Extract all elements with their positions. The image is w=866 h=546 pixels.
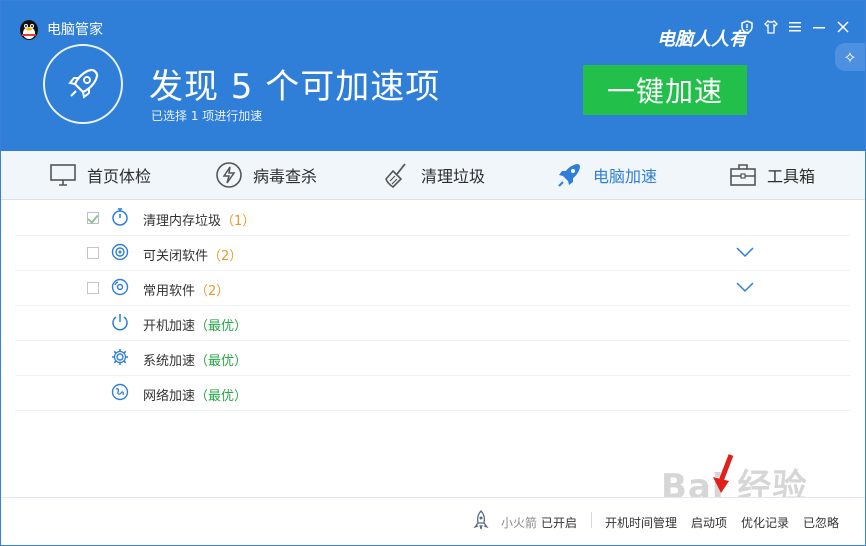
tab-clean-junk[interactable]: 清理垃圾 — [383, 151, 485, 199]
monitor-icon — [49, 161, 77, 189]
item-count: （1） — [221, 214, 256, 229]
item-count: （2） — [195, 284, 230, 299]
item-label: 常用软件 — [143, 284, 196, 299]
startup-items-link[interactable]: 启动项 — [691, 514, 727, 531]
skin-shirt-icon[interactable] — [763, 19, 779, 35]
list-item-system-speedup: 系统加速（最优） — [15, 340, 851, 376]
tab-virus-scan[interactable]: 病毒查杀 — [215, 151, 317, 199]
tab-home-checkup[interactable]: 首页体检 — [49, 151, 151, 199]
rocket-icon — [555, 161, 583, 189]
boot-time-link[interactable]: 开机时间管理 — [605, 514, 677, 531]
list-item-boot-speedup: 开机加速（最优） — [15, 305, 851, 341]
tab-pc-speedup[interactable]: 电脑加速 — [555, 151, 657, 199]
list-item-common-software[interactable]: 常用软件（2） — [15, 270, 851, 306]
rocket-label: 小火箭 — [501, 516, 538, 530]
brand-watermark: 电脑人人有 — [657, 29, 747, 50]
main-nav: 首页体检 病毒查杀 清理垃圾 电脑加速 工具箱 — [1, 151, 865, 200]
menu-icon[interactable] — [787, 19, 803, 35]
toolbox-icon — [729, 161, 757, 189]
item-status: （最优） — [195, 354, 248, 369]
list-item-network-speedup: 网络加速（最优） — [15, 375, 851, 411]
selection-summary: 已选择 1 项进行加速 — [151, 109, 263, 123]
checkbox[interactable] — [87, 212, 99, 224]
one-click-speedup-button[interactable]: 一键加速 — [583, 65, 747, 115]
tab-label: 电脑加速 — [593, 167, 658, 186]
close-icon[interactable] — [835, 19, 851, 35]
tab-label: 首页体检 — [87, 167, 152, 186]
rocket-status[interactable]: 已开启 — [541, 514, 577, 531]
app-title: 电脑管家 — [47, 22, 103, 38]
chevron-down-icon[interactable] — [735, 245, 755, 259]
shield-icon[interactable] — [739, 19, 755, 35]
power-icon — [111, 313, 129, 331]
footer-divider — [591, 512, 592, 528]
rocket-badge — [43, 44, 123, 124]
item-label: 网络加速 — [143, 389, 196, 404]
item-label: 可关闭软件 — [143, 249, 209, 264]
item-label: 开机加速 — [143, 319, 196, 334]
gear-icon — [111, 348, 129, 366]
qq-penguin-icon — [20, 20, 38, 40]
optimization-log-link[interactable]: 优化记录 — [741, 514, 789, 531]
tab-label: 工具箱 — [767, 167, 816, 186]
lightning-shield-icon — [215, 161, 243, 189]
disc-icon — [111, 278, 129, 296]
list-item-closable-software[interactable]: 可关闭软件（2） — [15, 235, 851, 271]
sparkle-icon: ✧ — [843, 47, 857, 67]
tab-label: 病毒查杀 — [253, 167, 318, 186]
minimize-icon[interactable] — [811, 19, 827, 35]
window-controls — [739, 19, 851, 35]
network-icon — [111, 383, 129, 401]
tab-label: 清理垃圾 — [421, 167, 486, 186]
target-icon — [111, 243, 129, 261]
tab-toolbox[interactable]: 工具箱 — [729, 151, 815, 199]
list-item-memory-cleanup[interactable]: 清理内存垃圾（1） — [15, 200, 851, 236]
item-label: 系统加速 — [143, 354, 196, 369]
item-count: （2） — [208, 249, 243, 264]
item-label: 清理内存垃圾 — [143, 214, 222, 229]
chevron-down-icon[interactable] — [735, 280, 755, 294]
sparkle-side-tab[interactable]: ✧ — [835, 43, 865, 71]
rocket-icon — [68, 68, 99, 99]
checkbox[interactable] — [87, 247, 99, 259]
item-status: （最优） — [195, 319, 248, 334]
main-window: 电脑管家 电脑人人有 ✧ 发现 5 个可加速项 已选择 1 项进行加速 一键加速… — [0, 0, 866, 546]
red-arrow-icon — [713, 454, 734, 493]
small-rocket-icon — [473, 510, 489, 530]
page-headline: 发现 5 个可加速项 — [149, 67, 441, 107]
stopwatch-icon — [111, 208, 129, 226]
broom-icon — [383, 161, 411, 189]
ignored-link[interactable]: 已忽略 — [803, 514, 839, 531]
checkbox[interactable] — [87, 282, 99, 294]
item-status: （最优） — [195, 389, 248, 404]
speedup-item-list: 清理内存垃圾（1） 可关闭软件（2） 常用软件（2） 开机加速（最优） 系统加速… — [1, 200, 865, 494]
footer-bar: 小火箭 已开启 开机时间管理 启动项 优化记录 已忽略 — [1, 497, 865, 545]
header: 电脑管家 电脑人人有 ✧ 发现 5 个可加速项 已选择 1 项进行加速 一键加速 — [1, 1, 865, 151]
